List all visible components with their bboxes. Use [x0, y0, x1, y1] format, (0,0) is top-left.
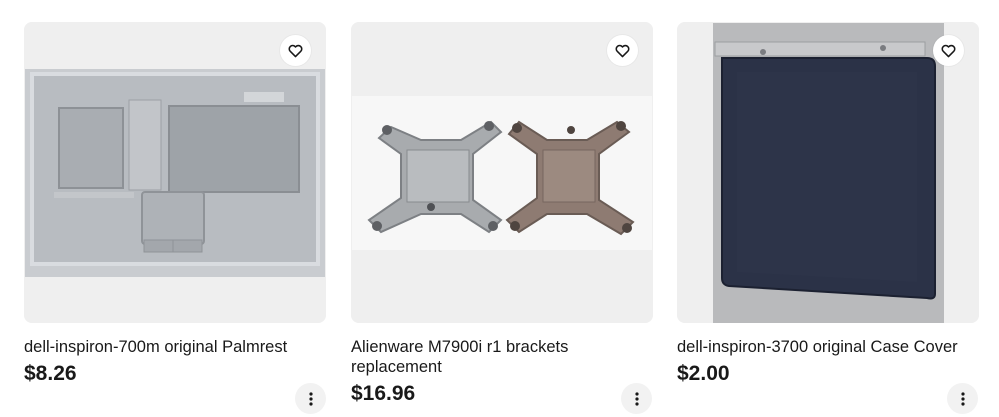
- listing-card[interactable]: Alienware M7900i r1 brackets replacement…: [351, 22, 653, 414]
- listing-price: $2.00: [677, 362, 730, 385]
- listing-title[interactable]: dell-inspiron-3700 original Case Cover: [677, 337, 979, 357]
- favorite-button[interactable]: [607, 35, 638, 66]
- listing-title[interactable]: Alienware M7900i r1 brackets replacement: [351, 337, 653, 377]
- more-options-button[interactable]: [295, 383, 326, 414]
- more-vertical-icon: [960, 391, 965, 406]
- listing-price: $16.96: [351, 382, 416, 405]
- case-cover-photo: [677, 22, 979, 323]
- more-options-button[interactable]: [621, 383, 652, 414]
- listing-image[interactable]: [351, 22, 653, 323]
- listing-image[interactable]: [24, 22, 326, 323]
- listing-card[interactable]: dell-inspiron-700m original Palmrest $8.…: [24, 22, 326, 414]
- heart-icon: [941, 44, 956, 58]
- listing-price: $8.26: [24, 362, 77, 385]
- favorite-button[interactable]: [280, 35, 311, 66]
- laptop-palmrest-photo: [24, 22, 326, 323]
- listing-title[interactable]: dell-inspiron-700m original Palmrest: [24, 337, 326, 357]
- more-vertical-icon: [308, 391, 313, 406]
- favorite-button[interactable]: [933, 35, 964, 66]
- listing-image[interactable]: [677, 22, 979, 323]
- more-options-button[interactable]: [947, 383, 978, 414]
- heart-icon: [615, 44, 630, 58]
- heatsink-brackets-photo: [351, 22, 653, 323]
- more-vertical-icon: [634, 391, 639, 406]
- heart-icon: [288, 44, 303, 58]
- listing-card[interactable]: dell-inspiron-3700 original Case Cover $…: [677, 22, 979, 414]
